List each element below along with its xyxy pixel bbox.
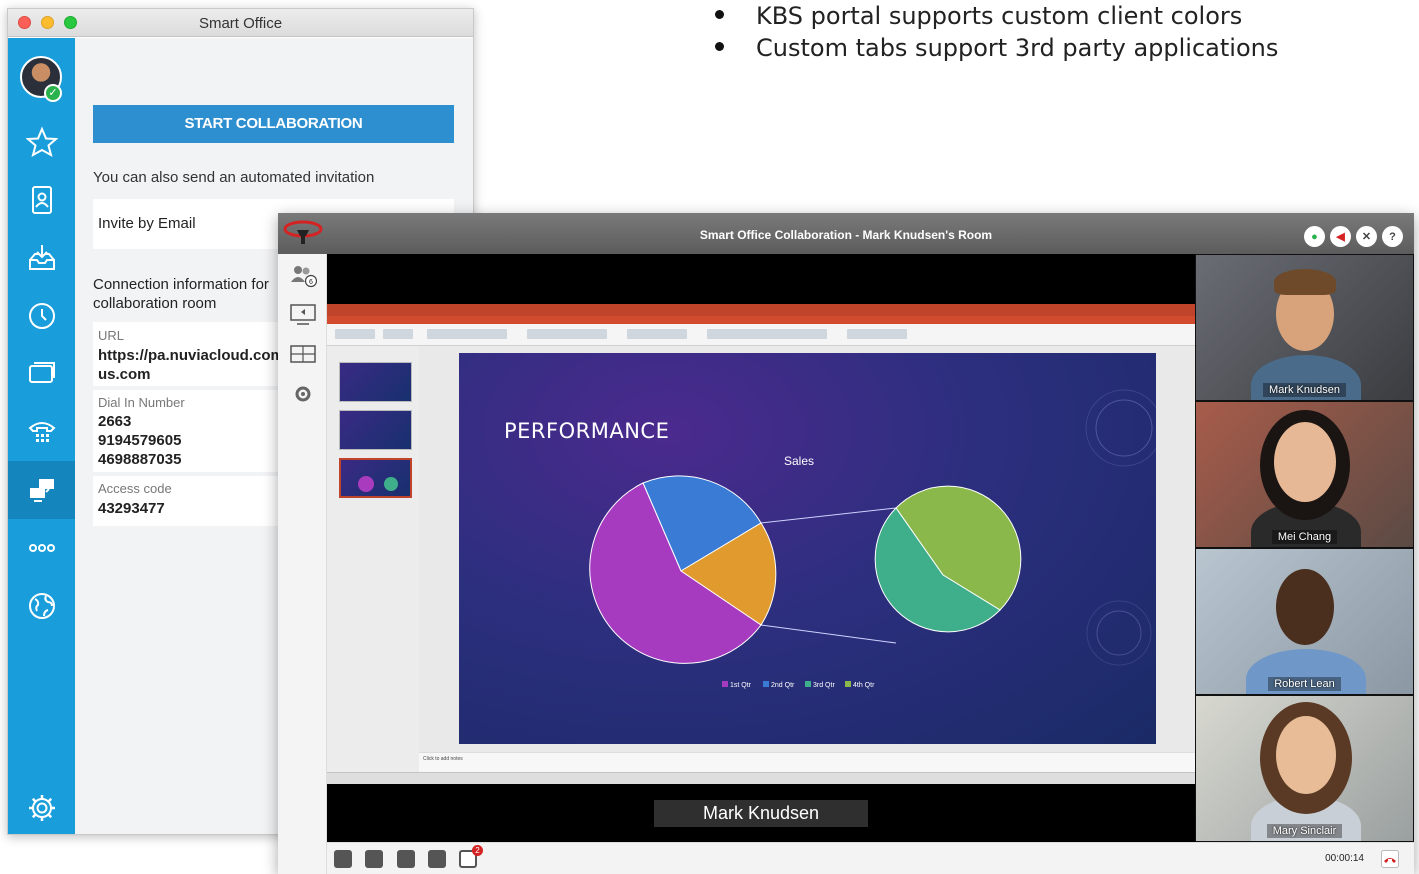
share-screen-icon[interactable] xyxy=(278,296,327,334)
current-slide: Sales 1st Qtr 2nd Qtr 3rd Qtr 4th Qtr PE… xyxy=(459,353,1156,744)
slide-decoration: Sales 1st Qtr 2nd Qtr 3rd Qtr 4th Qtr xyxy=(589,389,1156,689)
chart-title: Sales xyxy=(784,454,814,468)
feature-bullets: KBS portal supports custom client colors… xyxy=(712,0,1278,64)
participant-name: Mary Sinclair xyxy=(1266,824,1343,838)
microphone-icon[interactable] xyxy=(334,850,352,868)
window-title: Smart Office xyxy=(198,15,283,32)
star-icon[interactable] xyxy=(8,113,75,171)
url-value[interactable]: https://pa.nuviacloud.com/ xyxy=(98,346,288,365)
sidebar: ✓ xyxy=(8,38,75,834)
slide-thumbnail[interactable] xyxy=(339,410,412,450)
presence-check-icon: ✓ xyxy=(44,84,62,102)
legend-item: 4th Qtr xyxy=(853,682,875,689)
globe-icon[interactable] xyxy=(8,577,75,635)
invite-text: You can also send an automated invitatio… xyxy=(93,169,375,186)
dialin-number: 2663 xyxy=(98,413,132,430)
collaboration-icon[interactable] xyxy=(8,461,75,519)
dialin-card: Dial In Number 2663 9194579605 469888703… xyxy=(93,390,293,472)
active-speaker-caption: Mark Knudsen xyxy=(654,800,868,827)
invite-email-label: Invite by Email xyxy=(98,215,196,232)
collaboration-toolbar: 6 xyxy=(278,254,327,874)
hangup-icon[interactable] xyxy=(1381,850,1399,868)
exit-icon[interactable]: ◀ xyxy=(1330,226,1351,247)
slide-thumbnail[interactable] xyxy=(339,362,412,402)
ppt-ribbon-tabs xyxy=(327,316,1195,324)
whiteboard-icon[interactable] xyxy=(278,335,327,373)
collaboration-titlebar: Smart Office Collaboration - Mark Knudse… xyxy=(278,213,1414,254)
fullscreen-icon[interactable]: ✕ xyxy=(1356,226,1377,247)
bullet-item: KBS portal supports custom client colors xyxy=(712,0,1278,32)
collaboration-window: Smart Office Collaboration - Mark Knudse… xyxy=(278,213,1414,874)
chat-window-icon[interactable] xyxy=(8,345,75,403)
call-controls: 2 00:00:14 xyxy=(327,842,1414,874)
dialin-label: Dial In Number xyxy=(98,395,185,410)
ppt-status-bar xyxy=(327,772,1195,784)
notes-placeholder[interactable]: Click to add notes xyxy=(419,752,1195,772)
participant-video-tile[interactable]: Mei Chang xyxy=(1196,402,1413,547)
url-label: URL xyxy=(98,328,125,343)
share-icon[interactable] xyxy=(428,850,446,868)
video-call-icon[interactable]: ● xyxy=(1304,226,1325,247)
dialin-number: 9194579605 xyxy=(98,432,182,449)
call-timer: 00:00:14 xyxy=(1325,853,1364,864)
notification-badge: 2 xyxy=(472,845,483,856)
access-code-value: 43293477 xyxy=(98,500,165,517)
bullet-item: Custom tabs support 3rd party applicatio… xyxy=(712,32,1278,64)
phone-keypad-icon[interactable] xyxy=(8,403,75,461)
more-icon[interactable] xyxy=(8,519,75,577)
window-titlebar: Smart Office xyxy=(8,9,473,37)
slide-thumbnails xyxy=(327,346,419,772)
url-card: URL https://pa.nuviacloud.com/ us.com xyxy=(93,322,293,386)
legend-item: 2nd Qtr xyxy=(771,682,795,689)
speaker-icon[interactable] xyxy=(365,850,383,868)
url-value-cont[interactable]: us.com xyxy=(98,365,151,384)
access-code-card: Access code 43293477 xyxy=(93,476,293,526)
legend-item: 3rd Qtr xyxy=(813,682,835,689)
access-code-label: Access code xyxy=(98,481,172,496)
camera-icon[interactable] xyxy=(397,850,415,868)
connection-info-title: Connection information for collaboration… xyxy=(93,276,269,312)
participant-name: Mark Knudsen xyxy=(1263,383,1346,397)
participant-video-tile[interactable]: Mary Sinclair xyxy=(1196,696,1413,841)
contacts-icon[interactable] xyxy=(8,171,75,229)
settings-gear-icon[interactable] xyxy=(278,375,327,413)
participant-name: Mei Chang xyxy=(1271,530,1338,544)
settings-gear-icon[interactable] xyxy=(8,779,75,834)
participant-video-tile[interactable]: Mark Knudsen xyxy=(1196,255,1413,400)
start-collaboration-button[interactable]: START COLLABORATION xyxy=(93,105,454,143)
help-icon[interactable]: ? xyxy=(1382,226,1403,247)
ppt-titlebar xyxy=(327,304,1195,316)
shared-screen-stage: Sales 1st Qtr 2nd Qtr 3rd Qtr 4th Qtr PE… xyxy=(327,254,1195,842)
participant-video-tile[interactable]: Robert Lean xyxy=(1196,549,1413,694)
shared-presentation: Sales 1st Qtr 2nd Qtr 3rd Qtr 4th Qtr PE… xyxy=(327,304,1195,784)
legend-item: 1st Qtr xyxy=(730,682,752,689)
participants-count: 6 xyxy=(309,279,313,286)
slide-thumbnail[interactable] xyxy=(339,458,412,498)
collaboration-title: Smart Office Collaboration - Mark Knudse… xyxy=(699,228,993,242)
participant-name: Robert Lean xyxy=(1268,677,1341,691)
dialin-number: 4698887035 xyxy=(98,451,182,468)
inbox-download-icon[interactable] xyxy=(8,229,75,287)
slide-title: PERFORMANCE xyxy=(504,419,670,443)
clock-icon[interactable] xyxy=(8,287,75,345)
participant-videos: Mark Knudsen Mei Chang Robert Lean Mary … xyxy=(1195,254,1414,842)
participants-icon[interactable]: 6 xyxy=(278,257,327,295)
ppt-ribbon xyxy=(327,324,1195,346)
